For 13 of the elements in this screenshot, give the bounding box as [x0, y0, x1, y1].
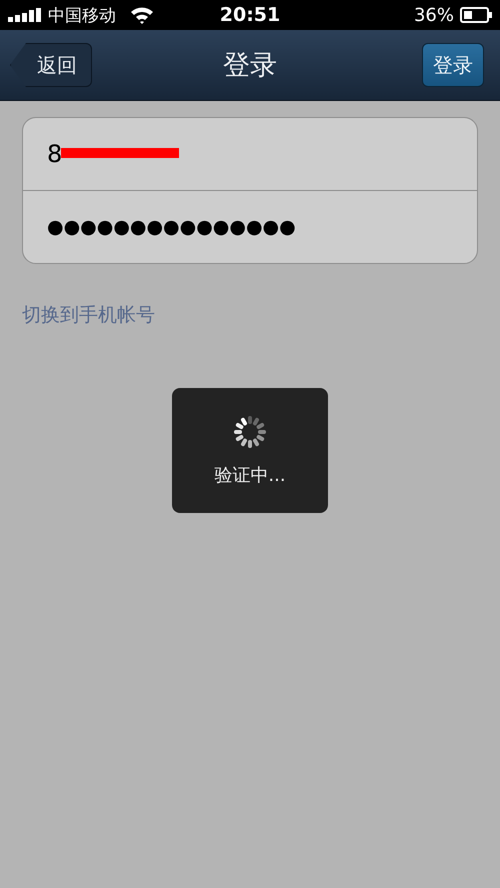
loading-text: 验证中...: [214, 464, 286, 486]
password-field[interactable]: ●●●●●●●●●●●●●●●: [47, 216, 347, 238]
carrier-name: 中国移动: [48, 4, 116, 26]
back-button[interactable]: 返回: [10, 43, 92, 87]
signal-icon: [8, 8, 42, 22]
battery-percent: 36%: [414, 4, 454, 26]
page-title: 登录: [223, 49, 277, 83]
spinner-icon: [233, 414, 267, 448]
status-time: 20:51: [220, 4, 280, 26]
login-button[interactable]: 登录: [422, 43, 484, 87]
account-field[interactable]: 8: [47, 140, 347, 168]
wifi-icon: [130, 6, 154, 24]
battery-icon: [460, 7, 492, 23]
